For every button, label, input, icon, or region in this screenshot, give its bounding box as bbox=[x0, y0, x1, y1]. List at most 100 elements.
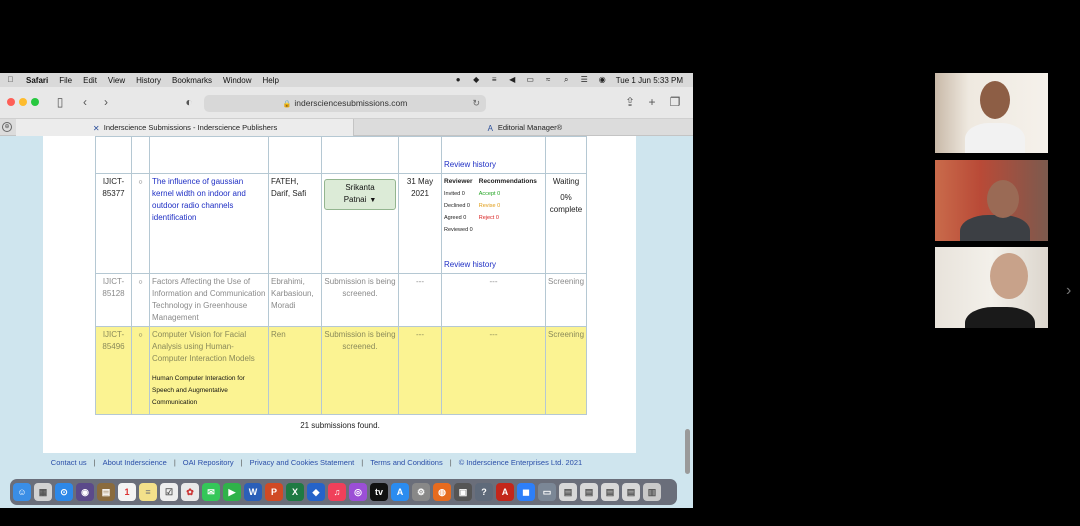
tab-editorial-manager[interactable]: A Editorial Manager® bbox=[355, 119, 693, 136]
back-arrow-icon[interactable]: ‹ bbox=[78, 95, 92, 109]
close-window-button[interactable] bbox=[7, 98, 15, 106]
submission-id: IJICT-85496 bbox=[95, 326, 132, 415]
volume-icon[interactable]: ◀ bbox=[508, 76, 517, 84]
row-marker-icon[interactable]: ○ bbox=[138, 332, 142, 339]
submission-id: IJICT-85377 bbox=[95, 173, 132, 274]
tab-group-icon[interactable]: ⊕ bbox=[2, 122, 12, 132]
submission-title-link[interactable]: The influence of gaussian kernel width o… bbox=[152, 177, 246, 222]
photos-icon[interactable]: ✿ bbox=[181, 483, 199, 501]
footer-link-terms[interactable]: Terms and Conditions bbox=[370, 458, 443, 467]
reminders-icon[interactable]: ☑ bbox=[160, 483, 178, 501]
footer-separator: | bbox=[93, 458, 96, 467]
privacy-shield-icon[interactable]: ◐ bbox=[182, 95, 196, 109]
footer-copyright: © Inderscience Enterprises Ltd. 2021 bbox=[458, 458, 583, 467]
battery-icon[interactable]: ▭ bbox=[526, 76, 535, 84]
menu-view[interactable]: View bbox=[108, 76, 125, 85]
menu-bookmarks[interactable]: Bookmarks bbox=[172, 76, 212, 85]
screening-note: Submission is being screened. bbox=[321, 273, 399, 327]
siri-app-icon[interactable]: ◉ bbox=[76, 483, 94, 501]
music-icon[interactable]: ♫ bbox=[328, 483, 346, 501]
participant-video-3[interactable] bbox=[935, 247, 1048, 328]
menu-bar:  Safari File Edit View History Bookmark… bbox=[0, 73, 693, 87]
document-thumb-icon[interactable]: ▤ bbox=[622, 483, 640, 501]
search-icon[interactable]: ⌕ bbox=[562, 76, 571, 84]
preview-icon[interactable]: ▭ bbox=[538, 483, 556, 501]
submission-title: Factors Affecting the Use of Information… bbox=[149, 273, 269, 327]
messages-icon[interactable]: ✉ bbox=[202, 483, 220, 501]
zoom-icon[interactable]: ◼ bbox=[517, 483, 535, 501]
row-marker-icon[interactable]: ○ bbox=[138, 179, 142, 186]
dropbox-icon[interactable]: ◆ bbox=[472, 76, 481, 84]
review-summary: Reviewer Invited 0 Declined 0 Agreed 0 R… bbox=[444, 176, 543, 236]
safari-icon[interactable]: ⊙ bbox=[55, 483, 73, 501]
menu-help[interactable]: Help bbox=[262, 76, 278, 85]
wifi-icon[interactable]: ≈ bbox=[544, 76, 553, 84]
minimize-window-button[interactable] bbox=[19, 98, 27, 106]
footer-link-about[interactable]: About Inderscience bbox=[103, 458, 167, 467]
sidebar-toggle-icon[interactable]: ▯ bbox=[53, 95, 67, 109]
reviewed-count: Reviewed 0 bbox=[444, 227, 473, 233]
reviewer-header: Reviewer bbox=[444, 178, 473, 185]
calendar-icon[interactable]: 1 bbox=[118, 483, 136, 501]
table-row: IJICT-85377 ○ The influence of gaussian … bbox=[95, 173, 588, 274]
help-icon[interactable]: ? bbox=[475, 483, 493, 501]
tab-label: Inderscience Submissions - Inderscience … bbox=[103, 123, 278, 132]
screenshot-icon[interactable]: ▣ bbox=[454, 483, 472, 501]
recommendations-header: Recommendations bbox=[478, 178, 537, 185]
dropbox-app-icon[interactable]: ◆ bbox=[307, 483, 325, 501]
sliders-icon[interactable]: ≡ bbox=[490, 76, 499, 84]
recommendation-counts: Recommendations Accept 0 Revise 0 Reject… bbox=[479, 176, 537, 236]
reload-icon[interactable]: ↻ bbox=[472, 95, 480, 112]
participant-video-1[interactable] bbox=[935, 73, 1048, 153]
row-marker-icon[interactable]: ○ bbox=[138, 279, 142, 286]
finder-icon[interactable]: ☺ bbox=[13, 483, 31, 501]
acrobat-icon[interactable]: A bbox=[496, 483, 514, 501]
menu-edit[interactable]: Edit bbox=[83, 76, 97, 85]
powerpoint-icon[interactable]: P bbox=[265, 483, 283, 501]
firefox-icon[interactable]: ◍ bbox=[433, 483, 451, 501]
menu-app-safari[interactable]: Safari bbox=[26, 76, 48, 85]
participant-face bbox=[987, 180, 1019, 218]
next-page-chevron-icon[interactable]: › bbox=[1066, 282, 1071, 300]
document-thumb-icon[interactable]: ▤ bbox=[601, 483, 619, 501]
submission-title: Computer Vision for Facial Analysis usin… bbox=[152, 330, 255, 363]
new-tab-icon[interactable]: + bbox=[645, 95, 659, 109]
review-history-link[interactable]: Review history bbox=[444, 259, 496, 271]
tab-overview-icon[interactable]: ❐ bbox=[668, 95, 682, 109]
editor-select[interactable]: Srikanta Patnai ▼ bbox=[324, 179, 396, 210]
apple-tv-icon[interactable]: tv bbox=[370, 483, 388, 501]
control-center-icon[interactable]: ☰ bbox=[580, 76, 589, 84]
document-thumb-icon[interactable]: ▤ bbox=[580, 483, 598, 501]
footer-link-oai[interactable]: OAI Repository bbox=[183, 458, 234, 467]
address-bar[interactable]: 🔒 indersciencesubmissions.com ↻ bbox=[204, 95, 486, 112]
address-url: indersciencesubmissions.com bbox=[294, 98, 408, 108]
document-thumb-icon[interactable]: ▤ bbox=[559, 483, 577, 501]
submission-authors: Ren bbox=[268, 326, 322, 415]
launchpad-icon[interactable]: ▦ bbox=[34, 483, 52, 501]
participant-video-2[interactable] bbox=[935, 160, 1048, 241]
siri-icon[interactable]: ◉ bbox=[598, 76, 607, 84]
vertical-scrollbar[interactable] bbox=[685, 429, 690, 474]
podcasts-icon[interactable]: ◎ bbox=[349, 483, 367, 501]
apple-icon[interactable]:  bbox=[6, 76, 15, 84]
footer-link-contact[interactable]: Contact us bbox=[51, 458, 87, 467]
system-preferences-icon[interactable]: ⚙ bbox=[412, 483, 430, 501]
review-history-link[interactable]: Review history bbox=[444, 159, 543, 171]
app-store-icon[interactable]: A bbox=[391, 483, 409, 501]
menu-file[interactable]: File bbox=[59, 76, 72, 85]
notes-icon[interactable]: ≡ bbox=[139, 483, 157, 501]
menubar-clock[interactable]: Tue 1 Jun 5:33 PM bbox=[616, 76, 683, 85]
share-icon[interactable]: ⇪ bbox=[623, 95, 637, 109]
menu-history[interactable]: History bbox=[136, 76, 161, 85]
notes-folder-icon[interactable]: ▤ bbox=[97, 483, 115, 501]
menu-window[interactable]: Window bbox=[223, 76, 251, 85]
fullscreen-window-button[interactable] bbox=[31, 98, 39, 106]
trash-icon[interactable]: ▥ bbox=[643, 483, 661, 501]
facetime-icon[interactable]: ▶ bbox=[223, 483, 241, 501]
footer-link-privacy[interactable]: Privacy and Cookies Statement bbox=[250, 458, 355, 467]
status-icon[interactable]: ● bbox=[454, 76, 463, 84]
excel-icon[interactable]: X bbox=[286, 483, 304, 501]
forward-arrow-icon[interactable]: › bbox=[99, 95, 113, 109]
tab-inderscience[interactable]: ✕ Inderscience Submissions - Inderscience… bbox=[16, 119, 354, 136]
word-icon[interactable]: W bbox=[244, 483, 262, 501]
